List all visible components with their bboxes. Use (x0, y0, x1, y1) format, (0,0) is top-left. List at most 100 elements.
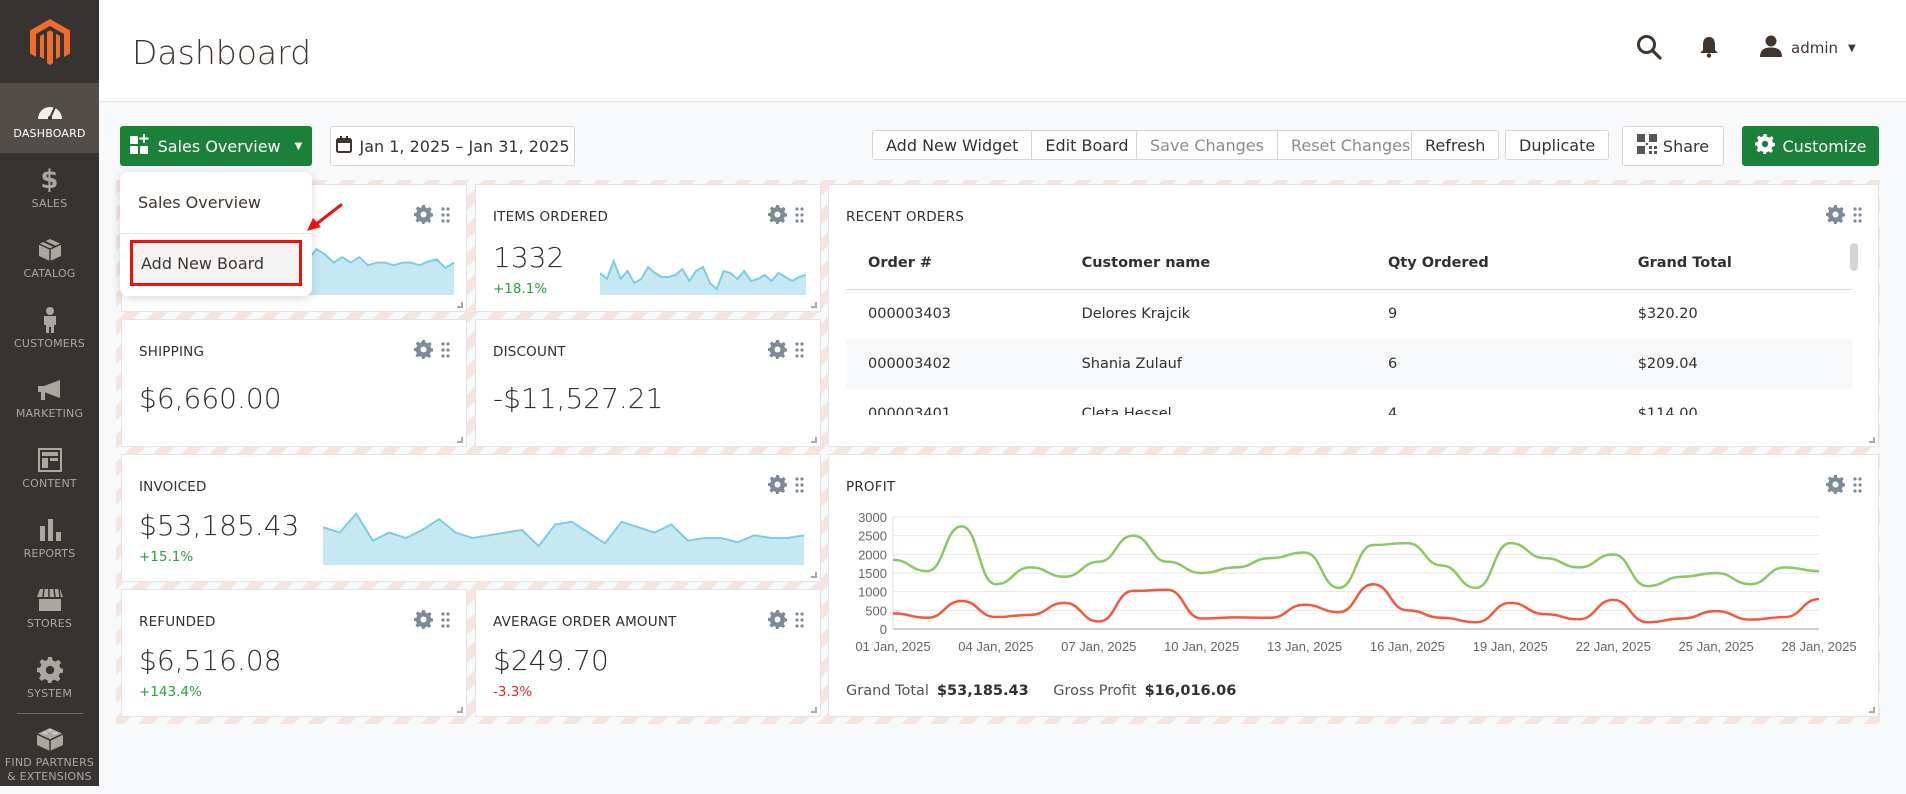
widget-average-order-amount: AVERAGE ORDER AMOUNT $249.70 -3.3% (475, 589, 821, 717)
duplicate-button[interactable]: Duplicate (1505, 130, 1610, 160)
table-cell: 4 (1387, 406, 1398, 415)
magento-logo[interactable] (0, 0, 99, 83)
column-header[interactable]: Qty Ordered (1365, 237, 1616, 290)
sidebar-item-customers[interactable]: CUSTOMERS (0, 293, 99, 363)
resize-handle[interactable] (811, 437, 817, 443)
resize-handle[interactable] (811, 302, 817, 308)
widget-delta: +18.1% (493, 281, 548, 297)
table-row[interactable]: 000003402 Shania Zulauf 6 $209.04 (846, 339, 1852, 389)
save-changes-button[interactable]: Save Changes (1137, 131, 1277, 159)
sidebar: DASHBOARD $ SALES CATALOG CUSTOMERS MARKETING… (0, 0, 99, 786)
drag-handle-icon[interactable] (795, 476, 804, 497)
sidebar-item-label: CUSTOMERS (14, 337, 85, 350)
resize-handle[interactable] (811, 707, 817, 713)
customize-button[interactable]: Customize (1742, 126, 1879, 166)
drag-handle-icon[interactable] (441, 206, 450, 227)
sidebar-item-dashboard[interactable]: DASHBOARD (0, 83, 99, 153)
share-label: Share (1662, 136, 1710, 156)
x-tick-label: 13 Jan, 2025 (1267, 639, 1342, 654)
y-tick-label: 0 (880, 622, 887, 637)
share-button[interactable]: Share (1622, 126, 1724, 166)
x-tick-label: 10 Jan, 2025 (1164, 639, 1239, 654)
sidebar-item-find-partners[interactable]: FIND PARTNERS & EXTENSIONS (0, 714, 99, 794)
table-row[interactable]: 000003403 Delores Krajcik 9 $320.20 (846, 289, 1852, 339)
sidebar-item-label: SYSTEM (26, 687, 73, 700)
widget-settings-gear-icon[interactable] (768, 205, 787, 228)
widget-title: DISCOUNT (493, 344, 566, 360)
sidebar-item-content[interactable]: CONTENT (0, 433, 99, 503)
column-header[interactable]: Grand Total (1615, 237, 1852, 290)
widget-settings-gear-icon[interactable] (414, 205, 433, 228)
sidebar-item-marketing[interactable]: MARKETING (0, 363, 99, 433)
sidebar-item-system[interactable]: SYSTEM (0, 643, 99, 713)
widget-settings-gear-icon[interactable] (768, 340, 787, 363)
reset-changes-button[interactable]: Reset Changes (1276, 131, 1423, 159)
add-new-widget-button[interactable]: Add New Widget (873, 131, 1031, 159)
widget-delta: -3.3% (493, 684, 533, 700)
layout-icon (37, 446, 62, 474)
notifications-bell-icon[interactable] (1699, 36, 1719, 62)
x-tick-label: 01 Jan, 2025 (855, 639, 930, 654)
table-cell: 9 (1387, 306, 1398, 323)
drag-handle-icon[interactable] (1853, 206, 1862, 227)
widget-settings-gear-icon[interactable] (768, 475, 787, 498)
dollar-icon: $ (40, 165, 59, 195)
widget-title: ITEMS ORDERED (493, 209, 609, 225)
sidebar-item-stores[interactable]: STORES (0, 573, 99, 643)
widget-value: $6,660.00 (139, 382, 282, 415)
resize-handle[interactable] (1869, 437, 1875, 443)
widget-tools (1826, 205, 1862, 228)
drag-handle-icon[interactable] (1853, 476, 1862, 497)
gear-icon (36, 656, 63, 684)
dashboard-gauge-icon (37, 96, 63, 124)
widget-tools (414, 340, 450, 363)
widget-invoiced: INVOICED $53,185.43 +15.1% (121, 454, 821, 582)
edit-board-button[interactable]: Edit Board (1031, 131, 1141, 159)
x-tick-label: 22 Jan, 2025 (1576, 639, 1651, 654)
user-menu[interactable]: admin ▼ (1759, 34, 1856, 62)
date-range-picker[interactable]: Jan 1, 2025 – Jan 31, 2025 (330, 126, 575, 166)
page-title: Dashboard (132, 33, 312, 72)
dropdown-item-add-new-board[interactable]: Add New Board (130, 240, 302, 286)
widget-shipping: SHIPPING $6,660.00 (121, 319, 467, 447)
widget-delta: +143.4% (139, 684, 202, 700)
resize-handle[interactable] (457, 707, 463, 713)
widget-value: -$11,527.21 (493, 382, 664, 415)
search-icon[interactable] (1636, 34, 1662, 64)
widget-settings-gear-icon[interactable] (414, 610, 433, 633)
resize-handle[interactable] (811, 572, 817, 578)
magento-logo-icon (29, 18, 70, 65)
dropdown-item-sales-overview[interactable]: Sales Overview (120, 172, 312, 234)
drag-handle-icon[interactable] (795, 341, 804, 362)
resize-handle[interactable] (1869, 707, 1875, 713)
gross-profit-value: $16,016.06 (1144, 683, 1237, 699)
orders-table-viewport[interactable]: RECENT ORDERS Order # Customer name Qty Or… (829, 185, 1869, 415)
x-tick-label: 28 Jan, 2025 (1781, 639, 1856, 654)
drag-handle-icon[interactable] (441, 341, 450, 362)
sidebar-item-label: MARKETING (15, 407, 84, 420)
y-tick-label: 500 (865, 603, 887, 618)
drag-handle-icon[interactable] (795, 206, 804, 227)
resize-handle[interactable] (457, 302, 463, 308)
table-cell: $320.20 (1637, 306, 1698, 323)
person-icon (42, 306, 58, 334)
sidebar-item-sales[interactable]: $ SALES (0, 153, 99, 223)
sidebar-item-reports[interactable]: REPORTS (0, 503, 99, 573)
widget-title: INVOICED (139, 479, 207, 495)
table-row[interactable]: 000003401 Cleta Hessel 4 $114.00 (846, 389, 1852, 415)
column-header[interactable]: Customer name (1059, 237, 1366, 290)
resize-handle[interactable] (457, 437, 463, 443)
widget-settings-gear-icon[interactable] (768, 610, 787, 633)
table-scrollbar[interactable] (1850, 243, 1858, 271)
customize-label: Customize (1782, 136, 1867, 156)
caret-down-icon: ▼ (1848, 42, 1856, 54)
table-cell: 000003403 (868, 306, 952, 323)
sidebar-item-catalog[interactable]: CATALOG (0, 223, 99, 293)
board-select-button[interactable]: Sales Overview ▼ (120, 126, 312, 166)
drag-handle-icon[interactable] (441, 611, 450, 632)
refresh-button[interactable]: Refresh (1411, 130, 1500, 160)
drag-handle-icon[interactable] (795, 611, 804, 632)
column-header[interactable]: Order # (846, 237, 1060, 290)
widget-settings-gear-icon[interactable] (414, 340, 433, 363)
widget-settings-gear-icon[interactable] (1826, 205, 1845, 228)
